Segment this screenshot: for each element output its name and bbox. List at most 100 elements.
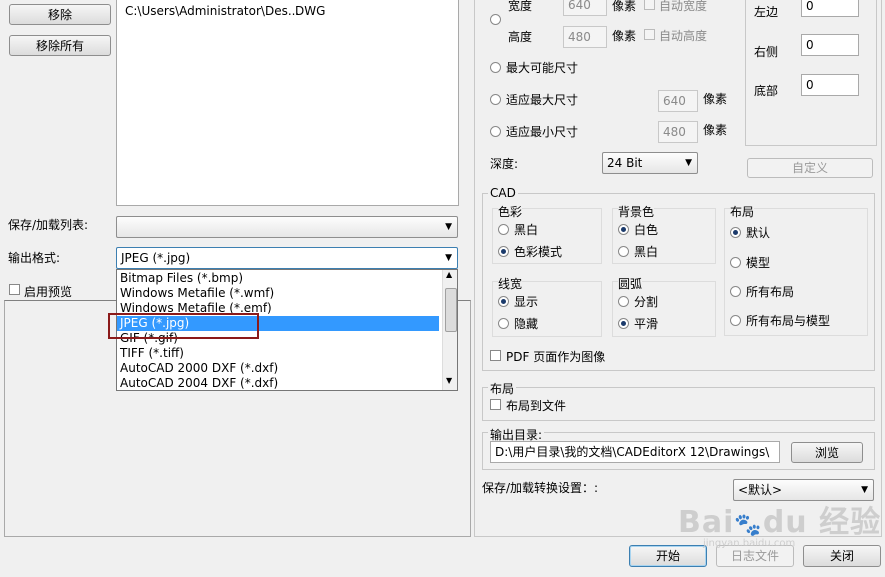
bg-black-radio[interactable] [618, 246, 629, 257]
save-load-list-combo[interactable]: ▼ [116, 216, 458, 238]
bg-black-label: 黑白 [634, 245, 659, 259]
margin-right-label: 右侧 [754, 45, 779, 59]
remove-button[interactable]: 移除 [9, 4, 111, 25]
layout-default-radio[interactable] [730, 227, 741, 238]
depth-value: 24 Bit [607, 156, 643, 170]
output-format-combo[interactable]: JPEG (*.jpg) ▼ [116, 247, 458, 269]
output-dir-input[interactable]: D:\用户目录\我的文档\CADEditorX 12\Drawings\ [490, 441, 780, 463]
file-path-cell[interactable]: C:\Users\Administrator\Des... [125, 4, 299, 18]
format-option[interactable]: Windows Metafile (*.wmf) [117, 286, 439, 301]
pdf-as-image-label: PDF 页面作为图像 [506, 350, 606, 364]
height-pixel-unit: 像素 [612, 29, 637, 43]
lw-hide-label: 隐藏 [514, 317, 539, 331]
bg-white-label: 白色 [634, 223, 659, 237]
fit-min-label: 适应最小尺寸 [506, 125, 579, 139]
width-label: 宽度 [508, 0, 533, 13]
save-load-list-label: 保存/加载列表: [8, 218, 89, 232]
output-format-value: JPEG (*.jpg) [121, 251, 191, 265]
color-mode-radio[interactable] [498, 246, 509, 257]
scroll-thumb[interactable] [445, 288, 457, 332]
arc-smooth-radio[interactable] [618, 318, 629, 329]
margins-panel [745, 0, 877, 146]
lw-hide-radio[interactable] [498, 318, 509, 329]
remove-all-button[interactable]: 移除所有 [9, 35, 111, 56]
chevron-down-icon: ▼ [445, 253, 452, 263]
margin-bottom-input[interactable]: 0 [801, 74, 859, 96]
depth-combo[interactable]: 24 Bit ▼ [602, 152, 698, 174]
auto-width-label: 自动宽度 [659, 0, 708, 13]
arc-title: 圆弧 [618, 275, 643, 292]
color-mode-label: 色彩模式 [514, 245, 563, 259]
margin-right-input[interactable]: 0 [801, 34, 859, 56]
cad-layout-title: 布局 [730, 203, 755, 220]
layout-section-title: 布局 [488, 380, 517, 397]
scroll-up-icon[interactable]: ▲ [446, 270, 452, 279]
baidu-watermark-url: jingyan.baidu.com [703, 538, 796, 549]
lw-show-label: 显示 [514, 295, 539, 309]
layout-all-model-radio[interactable] [730, 315, 741, 326]
highlight-box [108, 313, 259, 339]
auto-width-checkbox[interactable] [644, 0, 655, 10]
fit-min-input[interactable]: 480 [658, 121, 698, 143]
arc-segment-label: 分割 [634, 295, 659, 309]
background-title: 背景色 [618, 203, 655, 220]
convert-settings-label: 保存/加载转换设置：: [482, 481, 599, 495]
lw-show-radio[interactable] [498, 296, 509, 307]
arc-smooth-label: 平滑 [634, 317, 659, 331]
format-option[interactable]: AutoCAD 2004 DXF (*.dxf) [117, 376, 439, 390]
enable-preview-label: 启用预览 [24, 285, 73, 299]
depth-label: 深度: [490, 157, 519, 171]
browse-button[interactable]: 浏览 [791, 442, 863, 463]
margin-bottom-label: 底部 [754, 84, 779, 98]
layout-to-file-label: 布局到文件 [506, 399, 567, 413]
custom-size-radio[interactable] [490, 14, 501, 25]
fit-max-radio[interactable] [490, 94, 501, 105]
fit-max-input[interactable]: 640 [658, 90, 698, 112]
fit-max-label: 适应最大尺寸 [506, 93, 579, 107]
auto-height-label: 自动高度 [659, 29, 708, 43]
layout-model-label: 模型 [746, 256, 771, 270]
close-button[interactable]: 关闭 [803, 545, 881, 567]
baidu-watermark-logo: Bai🐾du 经验 [678, 505, 882, 540]
format-option[interactable]: AutoCAD 2000 DXF (*.dxf) [117, 361, 439, 376]
auto-height-checkbox[interactable] [644, 29, 655, 40]
fit-min-pixel-unit: 像素 [703, 123, 728, 137]
layout-all-model-label: 所有布局与模型 [746, 314, 831, 328]
margin-left-input[interactable]: 0 [801, 0, 859, 17]
custom-button[interactable]: 自定义 [747, 158, 873, 178]
black-white-radio[interactable] [498, 224, 509, 235]
dropdown-scrollbar[interactable]: ▲ ▼ [442, 270, 457, 390]
start-button[interactable]: 开始 [629, 545, 707, 567]
arc-segment-radio[interactable] [618, 296, 629, 307]
fit-min-radio[interactable] [490, 126, 501, 137]
cad-title: CAD [488, 186, 518, 200]
layout-all-label: 所有布局 [746, 285, 795, 299]
bg-white-radio[interactable] [618, 224, 629, 235]
black-white-label: 黑白 [514, 223, 539, 237]
max-possible-label: 最大可能尺寸 [506, 61, 579, 75]
chevron-down-icon: ▼ [685, 158, 692, 168]
scroll-down-icon[interactable]: ▼ [446, 376, 452, 385]
file-list[interactable]: C:\Users\Administrator\Des... DWG [116, 0, 459, 206]
output-format-label: 输出格式: [8, 251, 61, 265]
enable-preview-checkbox[interactable] [9, 284, 20, 295]
height-input[interactable]: 480 [563, 26, 607, 48]
layout-all-radio[interactable] [730, 286, 741, 297]
format-option[interactable]: TIFF (*.tiff) [117, 346, 439, 361]
convert-settings-value: <默认> [738, 483, 783, 497]
margin-left-label: 左边 [754, 5, 779, 19]
color-title: 色彩 [498, 203, 523, 220]
layout-model-radio[interactable] [730, 257, 741, 268]
format-option[interactable]: Bitmap Files (*.bmp) [117, 271, 439, 286]
pdf-as-image-checkbox[interactable] [490, 350, 501, 361]
max-possible-radio[interactable] [490, 62, 501, 73]
layout-to-file-checkbox[interactable] [490, 399, 501, 410]
chevron-down-icon: ▼ [445, 222, 452, 232]
fit-max-pixel-unit: 像素 [703, 92, 728, 106]
height-label: 高度 [508, 30, 533, 44]
file-type-cell: DWG [295, 4, 326, 18]
layout-default-label: 默认 [746, 226, 771, 240]
linewidth-title: 线宽 [498, 275, 523, 292]
width-input[interactable]: 640 [563, 0, 607, 16]
width-pixel-unit: 像素 [612, 0, 637, 13]
